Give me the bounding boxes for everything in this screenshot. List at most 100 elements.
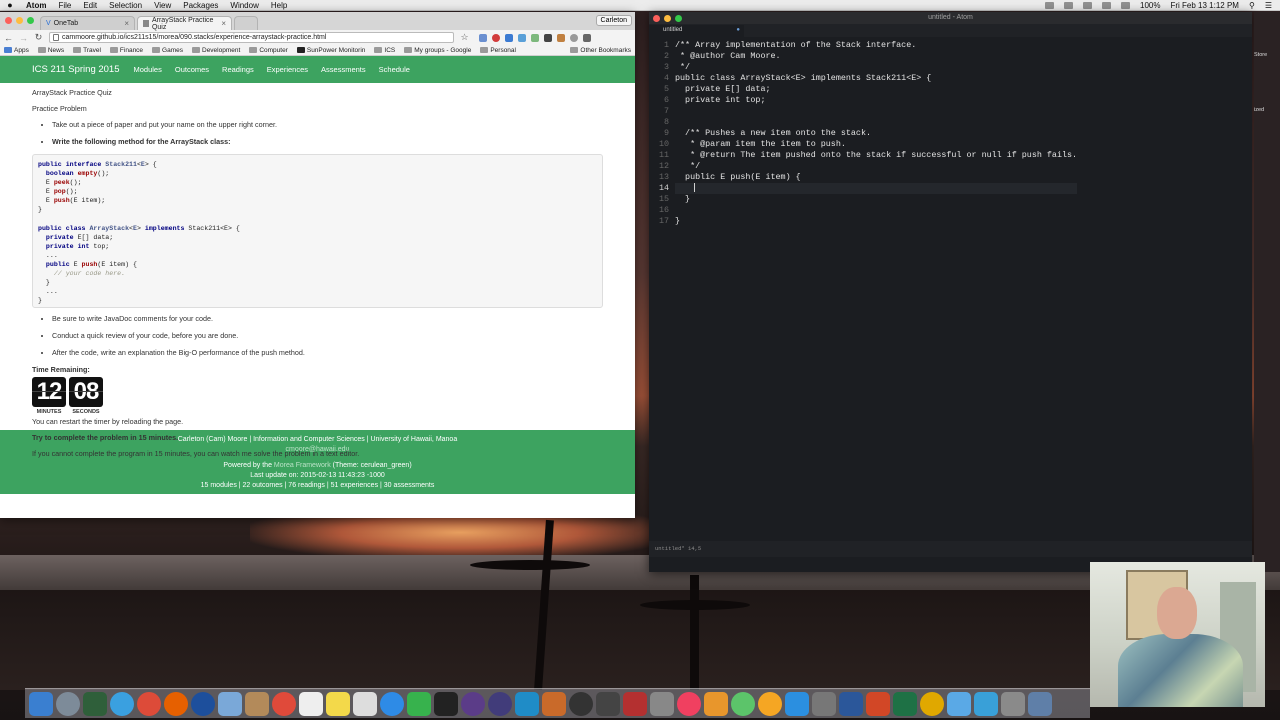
bookmark-star-icon[interactable]: ☆ (460, 32, 469, 43)
bookmark-folder[interactable]: Travel (73, 47, 110, 54)
screen-recorder-icon[interactable] (596, 691, 620, 716)
bookmark-folder[interactable]: Computer (249, 47, 297, 54)
menu-window[interactable]: Window (224, 1, 264, 10)
notification-center-icon[interactable]: ☰ (1265, 1, 1272, 10)
extension-icon[interactable] (518, 33, 526, 42)
thunderbird-icon[interactable] (191, 691, 215, 716)
github-icon[interactable] (569, 691, 593, 716)
code-line[interactable]: /** Pushes a new item onto the stack. (675, 128, 1077, 139)
close-window-icon[interactable] (653, 15, 660, 22)
minimize-window-icon[interactable] (16, 17, 23, 24)
extension-icon[interactable] (492, 33, 500, 42)
code-line[interactable] (675, 117, 1077, 128)
zoom-window-icon[interactable] (27, 17, 34, 24)
close-tab-icon[interactable]: × (221, 19, 226, 28)
bookmark-folder[interactable]: Games (152, 47, 192, 54)
modified-dot-icon[interactable]: ● (736, 27, 740, 33)
itunes-icon[interactable] (677, 691, 701, 716)
close-tab-icon[interactable]: × (124, 19, 129, 28)
bluetooth-icon[interactable] (1083, 1, 1093, 9)
editor-lines[interactable]: /** Array implementation of the Stack in… (675, 40, 1078, 227)
reload-icon[interactable]: ↻ (34, 32, 43, 43)
terminal-icon[interactable] (434, 691, 458, 716)
preview-icon[interactable] (218, 691, 242, 716)
code-line[interactable]: } (675, 216, 1077, 227)
image-capture-icon[interactable] (650, 691, 674, 716)
code-line[interactable]: */ (675, 62, 1077, 73)
back-icon[interactable]: ← (4, 33, 13, 43)
morea-link[interactable]: Morea Framework (274, 462, 331, 469)
atom-tab-untitled[interactable]: untitled ● (649, 25, 744, 37)
volume-icon[interactable] (1121, 1, 1131, 9)
code-line[interactable]: } (675, 194, 1077, 205)
code-line[interactable]: * @param item the item to push. (675, 139, 1077, 150)
extension-icon[interactable] (505, 33, 513, 42)
trash-divider-icon[interactable] (1028, 691, 1052, 716)
network-utility-icon[interactable] (947, 691, 971, 716)
bookmark-folder[interactable]: ICS (374, 47, 404, 54)
chrome-icon[interactable] (137, 691, 161, 716)
photo-booth-icon[interactable] (623, 691, 647, 716)
extension-icon[interactable] (479, 33, 487, 42)
word-icon[interactable] (839, 691, 863, 716)
menu-edit[interactable]: Edit (77, 1, 103, 10)
tab-onetab[interactable]: V OneTab × (40, 16, 135, 30)
menu-view[interactable]: View (148, 1, 177, 10)
bookmark-link[interactable]: SunPower Monitorin (296, 47, 375, 54)
code-editor[interactable]: 1 2 3 4 5 6 7 8 9 10 11 12 13 14 15 16 17 /** Array impl… (649, 37, 1252, 557)
nav-readings[interactable]: Readings (222, 65, 254, 74)
notes-icon[interactable] (326, 691, 350, 716)
dropbox-icon[interactable] (1045, 1, 1055, 9)
vlc-icon[interactable] (758, 691, 782, 716)
zoom-window-icon[interactable] (675, 15, 682, 22)
extension-icon[interactable] (557, 33, 565, 42)
outlook-icon[interactable] (920, 691, 944, 716)
code-line[interactable]: private int top; (675, 95, 1077, 106)
contacts-icon[interactable] (245, 691, 269, 716)
activity-monitor-icon[interactable] (83, 691, 107, 716)
apple-menu-icon[interactable]: ● (0, 0, 20, 10)
menu-file[interactable]: File (52, 1, 77, 10)
bookmark-folder[interactable]: Development (192, 47, 249, 54)
address-bar[interactable]: cammoore.github.io/ics211s15/morea/090.s… (49, 32, 454, 43)
ibooks-icon[interactable] (704, 691, 728, 716)
menu-app-name[interactable]: Atom (20, 1, 52, 10)
code-line[interactable] (675, 106, 1077, 117)
code-line[interactable] (675, 205, 1077, 216)
other-bookmarks[interactable]: Other Bookmarks (570, 47, 635, 54)
extension-icon[interactable] (531, 33, 539, 42)
eclipse-ee-icon[interactable] (488, 691, 512, 716)
finder-icon[interactable] (29, 691, 53, 716)
vpn-icon[interactable] (974, 691, 998, 716)
facetime-icon[interactable] (407, 691, 431, 716)
nav-assessments[interactable]: Assessments (321, 65, 366, 74)
bookmark-folder[interactable]: Finance (109, 47, 152, 54)
nav-schedule[interactable]: Schedule (379, 65, 410, 74)
code-line[interactable]: * @author Cam Moore. (675, 51, 1077, 62)
utility-icon[interactable] (1001, 691, 1025, 716)
code-line[interactable]: * @return The item pushed onto the stack… (675, 150, 1077, 161)
code-line[interactable]: public E push(E item) { (675, 172, 1077, 183)
bookmark-link[interactable]: My groups - Google (404, 47, 480, 54)
bookmark-apps[interactable]: Apps (4, 47, 38, 54)
menu-icon[interactable] (583, 33, 591, 42)
new-tab-button[interactable] (234, 16, 258, 30)
firefox-icon[interactable] (164, 691, 188, 716)
intellij-icon[interactable] (515, 691, 539, 716)
code-line[interactable] (675, 183, 1078, 194)
minimize-window-icon[interactable] (664, 15, 671, 22)
page-info-icon[interactable] (53, 34, 59, 41)
code-line[interactable]: private E[] data; (675, 84, 1077, 95)
close-window-icon[interactable] (5, 17, 12, 24)
profile-button[interactable]: Carleton (595, 15, 632, 26)
bookmark-folder[interactable]: News (37, 47, 73, 54)
excel-icon[interactable] (893, 691, 917, 716)
calendar-icon[interactable] (353, 691, 377, 716)
menu-help[interactable]: Help (265, 1, 293, 10)
nav-outcomes[interactable]: Outcomes (175, 65, 209, 74)
reminders-icon[interactable] (272, 691, 296, 716)
menu-packages[interactable]: Packages (177, 1, 224, 10)
tab-arraystack[interactable]: ArrayStack Practice Quiz × (137, 16, 232, 31)
nav-modules[interactable]: Modules (134, 65, 162, 74)
menu-selection[interactable]: Selection (103, 1, 148, 10)
